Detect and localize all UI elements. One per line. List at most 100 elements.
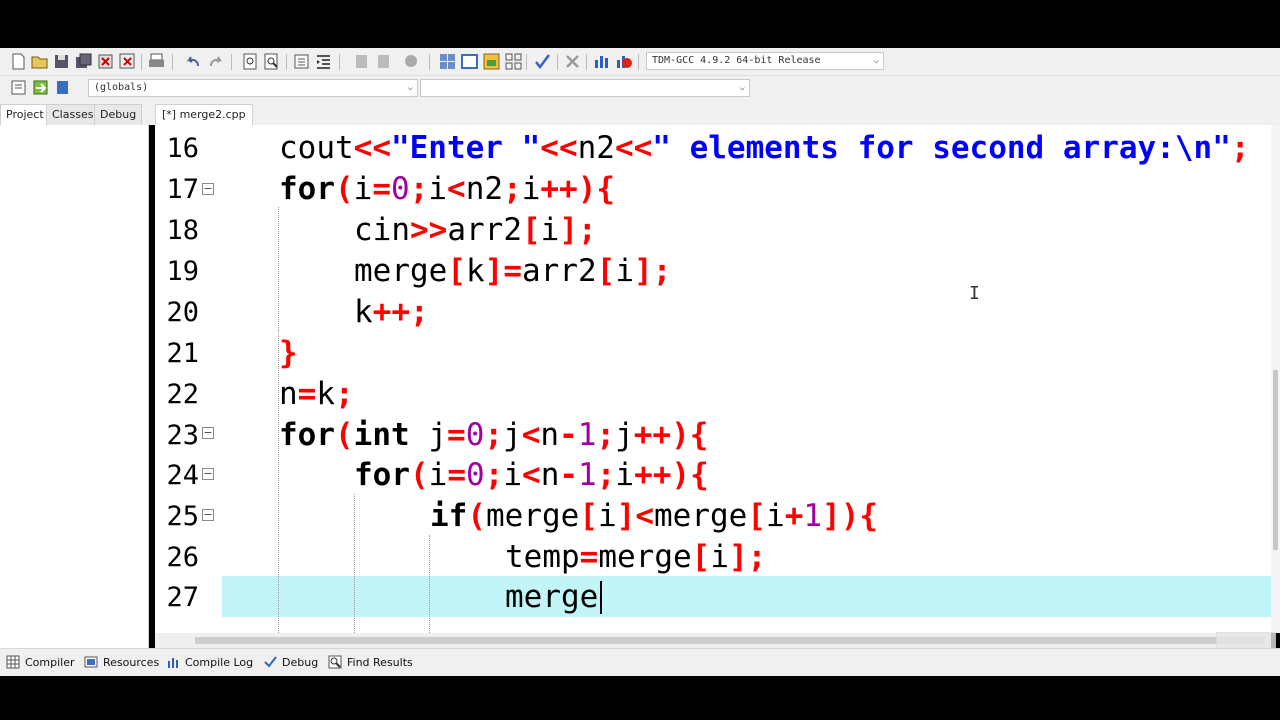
redo-icon[interactable] xyxy=(206,52,225,71)
token-operator: ; xyxy=(652,253,672,289)
file-tab[interactable]: [*] merge2.cpp xyxy=(155,104,253,125)
goto-bookmark-icon[interactable] xyxy=(374,52,393,71)
token-operator: << xyxy=(614,130,653,166)
new-project-icon[interactable] xyxy=(438,52,457,71)
tab-classes[interactable]: Classes xyxy=(46,104,100,125)
fold-collapse-icon[interactable]: − xyxy=(202,509,214,521)
token-operator: ) xyxy=(671,417,690,453)
token-operator: { xyxy=(690,457,709,493)
code-line-27: merge xyxy=(505,577,598,618)
fold-collapse-icon[interactable]: − xyxy=(202,427,214,439)
tab-compile-log[interactable]: Compile Log xyxy=(166,655,253,671)
token-operator: ] xyxy=(484,253,504,289)
code-text: if(merge[i]<merge[i+1]){ xyxy=(430,498,878,534)
token-identifier: j xyxy=(428,417,448,453)
indent-icon[interactable] xyxy=(292,52,311,71)
token-operator: [ xyxy=(747,498,767,534)
tab-compiler[interactable]: Compiler xyxy=(6,655,75,671)
token-operator: ] xyxy=(559,212,579,248)
token-identifier: n xyxy=(540,417,560,453)
token-identifier: n2 xyxy=(465,171,504,207)
scope-select[interactable]: (globals) ⌵ xyxy=(88,79,418,97)
code-text: k++; xyxy=(354,294,429,330)
check-syntax-icon[interactable] xyxy=(533,52,552,71)
token-operator: < xyxy=(447,171,466,207)
replace-icon[interactable] xyxy=(262,52,281,71)
find-icon[interactable] xyxy=(241,52,260,71)
horizontal-scrollbar[interactable] xyxy=(155,633,1271,648)
fullscreen-icon[interactable] xyxy=(504,52,523,71)
insert-icon[interactable] xyxy=(9,78,28,97)
code-line-24: for(i=0;i<n-1;i++){ xyxy=(354,455,709,496)
token-number: 1 xyxy=(578,457,597,493)
function-select[interactable]: ⌵ xyxy=(420,79,750,97)
code-line-20: k++; xyxy=(354,292,429,333)
token-keyword: int xyxy=(353,417,410,453)
vertical-scroll-thumb[interactable] xyxy=(1273,370,1278,550)
token-identifier: i xyxy=(521,171,541,207)
code-line-19: merge[k]=arr2[i]; xyxy=(354,251,671,292)
save-all-icon[interactable] xyxy=(74,52,93,71)
token-identifier: arr2 xyxy=(522,253,597,289)
fold-collapse-icon[interactable]: − xyxy=(202,468,214,480)
save-icon[interactable] xyxy=(52,52,71,71)
token-operator: < xyxy=(635,498,655,534)
token-operator: [ xyxy=(596,253,616,289)
compiler-select-value: TDM-GCC 4.9.2 64-bit Release xyxy=(652,55,821,66)
token-identifier: n xyxy=(279,376,298,412)
class-browser-icon[interactable] xyxy=(482,52,501,71)
token-operator: + xyxy=(652,457,672,493)
close-all-icon[interactable] xyxy=(118,52,137,71)
open-file-icon[interactable] xyxy=(30,52,49,71)
window-icon[interactable] xyxy=(460,52,479,71)
indent-guide xyxy=(429,535,430,633)
code-text: for(int j=0;j<n-1;j++){ xyxy=(279,417,708,453)
code-text: for(i=0;i<n2;i++){ xyxy=(279,171,615,207)
tab-debug-bottom[interactable]: Debug xyxy=(263,655,318,671)
token-operator: ) xyxy=(671,457,691,493)
line-number: 23 xyxy=(166,420,199,451)
token-identifier: merge xyxy=(654,498,748,534)
delete-profile-icon[interactable] xyxy=(614,52,633,71)
tab-label: Find Results xyxy=(347,656,413,669)
token-keyword: for xyxy=(279,171,335,207)
tabs-bar: Project Classes Debug [*] merge2.cpp xyxy=(0,101,1280,125)
token-operator: < xyxy=(522,457,541,493)
compiler-select[interactable]: TDM-GCC 4.9.2 64-bit Release ⌵ xyxy=(646,52,884,70)
token-identifier: merge xyxy=(598,539,692,575)
tab-find-results[interactable]: Find Results xyxy=(328,655,413,671)
goto-line-icon[interactable] xyxy=(402,52,421,71)
tab-debug[interactable]: Debug xyxy=(94,104,143,125)
code-text: n=k; xyxy=(279,376,354,412)
goto-icon[interactable] xyxy=(31,78,50,97)
project-panel[interactable] xyxy=(0,125,149,648)
token-operator: < xyxy=(521,417,541,453)
fold-collapse-icon[interactable]: − xyxy=(202,183,214,195)
code-line-23: for(int j=0;j<n-1;j++){ xyxy=(279,415,708,456)
token-identifier: k xyxy=(354,294,373,330)
token-identifier: merge xyxy=(486,498,580,534)
token-operator: + xyxy=(540,171,560,207)
close-file-icon[interactable] xyxy=(96,52,115,71)
profile-icon[interactable] xyxy=(592,52,611,71)
token-identifier: i xyxy=(353,171,373,207)
print-icon[interactable] xyxy=(147,52,166,71)
token-identifier: merge xyxy=(505,579,599,615)
tab-resources[interactable]: Resources xyxy=(84,655,159,671)
undo-icon[interactable] xyxy=(184,52,203,71)
token-operator: ; xyxy=(410,294,429,330)
tab-project[interactable]: Project xyxy=(0,104,50,125)
token-operator: + xyxy=(634,457,653,493)
token-operator: + xyxy=(391,294,411,330)
toggle-bookmark-icon[interactable] xyxy=(352,52,371,71)
stop-execution-icon[interactable] xyxy=(563,52,582,71)
indent-guide xyxy=(278,207,279,330)
new-file-icon[interactable] xyxy=(9,52,28,71)
vertical-scrollbar[interactable] xyxy=(1271,125,1280,633)
token-operator: ; xyxy=(484,457,504,493)
code-editor[interactable]: 16 17 18 19 20 21 22 23 24 25 26 27 − − … xyxy=(155,125,1271,633)
horizontal-scroll-thumb[interactable] xyxy=(195,637,1265,644)
info-icon[interactable] xyxy=(53,78,72,97)
unindent-icon[interactable] xyxy=(314,52,333,71)
token-identifier: arr2 xyxy=(447,212,522,248)
